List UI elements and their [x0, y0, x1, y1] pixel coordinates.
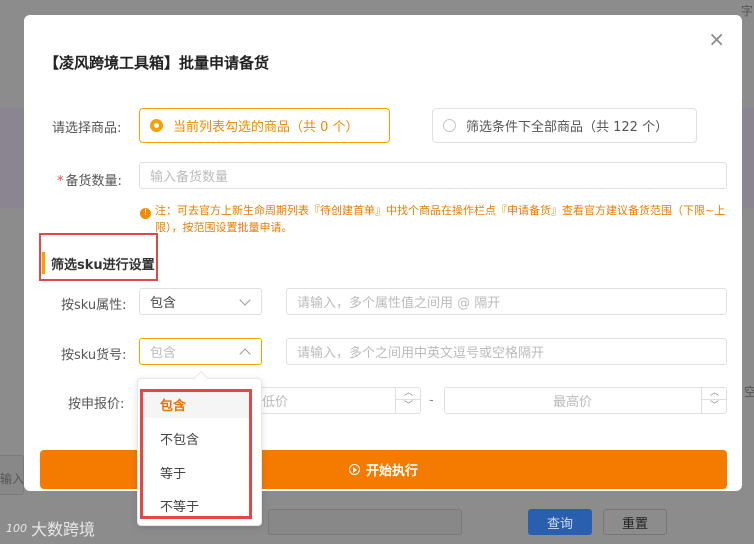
goods-option-all[interactable]: 筛选条件下全部商品（共 122 个）	[432, 108, 697, 143]
price-filter-label: 按申报价:	[68, 397, 125, 412]
close-icon[interactable]: ×	[708, 29, 725, 49]
background-input-label: 输入	[0, 472, 25, 486]
decrement-icon[interactable]: ﹀	[702, 400, 727, 413]
background-side-text: 空	[744, 385, 754, 399]
radio-checked-icon	[150, 119, 163, 132]
goods-option-selected[interactable]: 当前列表勾选的商品（共 0 个）	[139, 108, 390, 143]
watermark-text: 大数跨境	[31, 520, 96, 539]
dialog-title: 【凌风跨境工具箱】批量申请备货	[44, 54, 270, 72]
increment-icon[interactable]: ︿	[396, 387, 421, 400]
play-icon	[348, 464, 360, 475]
sku-section-title: 筛选sku进行设置	[39, 233, 158, 281]
help-note: ! 注：可去官方上新生命周期列表『待创建首单』中找个商品在操作栏点『申请备货』查…	[140, 202, 730, 236]
help-note-text: 注：可去官方上新生命周期列表『待创建首单』中找个商品在操作栏点『申请备货』查看官…	[155, 204, 726, 234]
background-select[interactable]	[268, 509, 462, 535]
price-max-stepper[interactable]: ︿ ﹀	[701, 387, 727, 414]
quantity-label-text: 备货数量:	[65, 174, 122, 189]
price-min-stepper[interactable]: ︿ ﹀	[395, 387, 421, 414]
background-corner-text: 字	[741, 4, 754, 18]
code-filter-label: 按sku货号:	[61, 348, 127, 363]
watermark-logo-icon: 100	[6, 521, 27, 535]
watermark: 100 大数跨境	[6, 516, 95, 540]
chevron-down-icon	[239, 294, 251, 306]
attr-filter-input[interactable]: 请输入，多个属性值之间用 @ 隔开	[286, 288, 727, 315]
query-button[interactable]: 查询	[528, 509, 592, 535]
attr-filter-label: 按sku属性:	[61, 298, 127, 313]
reset-button[interactable]: 重置	[603, 509, 667, 535]
attr-filter-select[interactable]: 包含	[139, 288, 262, 315]
price-separator: -	[429, 393, 434, 408]
code-filter-select-placeholder: 包含	[150, 346, 177, 361]
quantity-label: * 备货数量:	[57, 170, 122, 189]
attr-filter-select-value: 包含	[150, 296, 177, 311]
chevron-up-icon	[239, 348, 251, 360]
goods-option-all-label: 筛选条件下全部商品（共 122 个）	[466, 120, 669, 135]
decrement-icon[interactable]: ﹀	[396, 400, 421, 413]
batch-stock-dialog: 【凌风跨境工具箱】批量申请备货 × 请选择商品: 当前列表勾选的商品（共 0 个…	[24, 15, 742, 491]
start-run-label: 开始执行	[365, 464, 418, 479]
goods-label: 请选择商品:	[52, 121, 122, 136]
warning-icon: !	[140, 208, 151, 219]
sku-section-title-text: 筛选sku进行设置	[51, 258, 155, 273]
annotation-highlight-box	[140, 389, 252, 519]
goods-option-selected-label: 当前列表勾选的商品（共 0 个）	[173, 120, 359, 135]
code-filter-select[interactable]: 包含	[139, 338, 262, 365]
quantity-input[interactable]: 输入备货数量	[139, 162, 727, 189]
required-mark: *	[57, 174, 64, 189]
match-mode-dropdown: 包含 不包含 等于 不等于	[137, 370, 262, 526]
price-max-input[interactable]: 最高价	[444, 387, 727, 414]
code-filter-input[interactable]: 请输入，多个之间用中英文逗号或空格隔开	[286, 338, 727, 365]
radio-unchecked-icon	[443, 119, 456, 132]
increment-icon[interactable]: ︿	[702, 387, 727, 400]
